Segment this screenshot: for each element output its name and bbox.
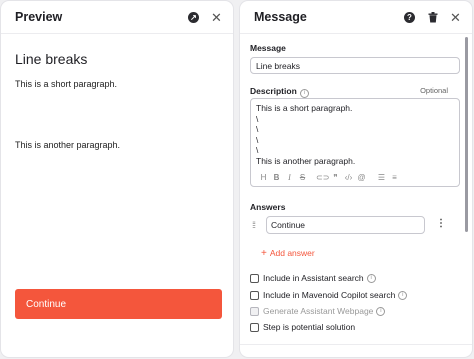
include-copilot-search-option[interactable]: Include in Mavenoid Copilot search i [250,290,408,300]
description-label: Description i [250,86,309,98]
bullet-list-icon[interactable]: ☰ [375,173,388,182]
checkbox-label: Include in Assistant search [263,273,364,283]
more-options-icon[interactable]: ⋮ [436,218,446,229]
checkbox [250,306,259,316]
code-icon[interactable]: ‹/› [342,173,355,182]
message-title-input[interactable]: Line breaks [250,57,460,74]
message-panel-title: Message [254,10,307,24]
message-label: Message [250,43,286,53]
description-text[interactable]: This is a short paragraph. \ \ \ \ This … [251,99,459,166]
info-icon: i [398,290,408,300]
close-icon[interactable]: ✕ [210,11,223,24]
heading-icon[interactable]: H [257,173,270,182]
italic-icon[interactable]: I [283,173,296,182]
bold-icon[interactable]: B [270,173,283,182]
info-icon: i [376,306,386,316]
include-assistant-search-option[interactable]: Include in Assistant search i [250,273,376,283]
preview-content-title: Line breaks [15,51,88,67]
scrollbar[interactable] [465,37,468,232]
checkbox[interactable] [250,290,259,300]
checkbox-label: Generate Assistant Webpage [263,306,374,316]
formatting-toolbar: H B I S ⊂⊃ ❞ ‹/› @ ☰ ≡ [251,173,401,182]
message-panel: Message ? ✕ Message Line breaks Descript… [240,1,472,357]
preview-panel: Preview ↗ ✕ Line breaks This is a short … [1,1,233,357]
checkbox-label: Include in Mavenoid Copilot search [263,290,396,300]
open-external-icon[interactable]: ↗ [187,11,200,24]
optional-label: Optional [420,86,448,95]
strikethrough-icon[interactable]: S [296,173,309,182]
description-editor[interactable]: This is a short paragraph. \ \ \ \ This … [250,98,460,187]
checkbox[interactable] [250,273,259,283]
attachment-icon[interactable]: @ [355,173,368,182]
answers-label: Answers [250,202,286,212]
message-header: Message ? ✕ [240,1,472,34]
preview-paragraph-2: This is another paragraph. [15,140,121,150]
preview-paragraph-1: This is a short paragraph. [15,79,118,89]
answer-input[interactable]: Continue [266,216,425,234]
preview-header: Preview ↗ ✕ [1,1,233,34]
checkbox-label: Step is potential solution [263,322,356,332]
help-icon[interactable]: ? [403,11,416,24]
close-icon[interactable]: ✕ [449,11,462,24]
checkbox[interactable] [250,322,259,332]
link-icon[interactable]: ⊂⊃ [316,173,329,182]
trash-icon[interactable] [426,11,439,24]
potential-solution-option[interactable]: Step is potential solution [250,322,355,332]
info-icon: i [366,273,376,283]
preview-title: Preview [15,10,63,24]
generate-webpage-option: Generate Assistant Webpage i [250,306,386,316]
plus-icon: + [261,248,267,259]
divider [240,344,472,345]
numbered-list-icon[interactable]: ≡ [388,173,401,182]
drag-handle-icon[interactable]: ⁞⁞ [252,220,256,230]
add-answer-button[interactable]: + Add answer [261,248,315,259]
quote-icon[interactable]: ❞ [329,173,342,182]
continue-button[interactable]: Continue [15,289,222,319]
info-icon: i [299,89,309,98]
